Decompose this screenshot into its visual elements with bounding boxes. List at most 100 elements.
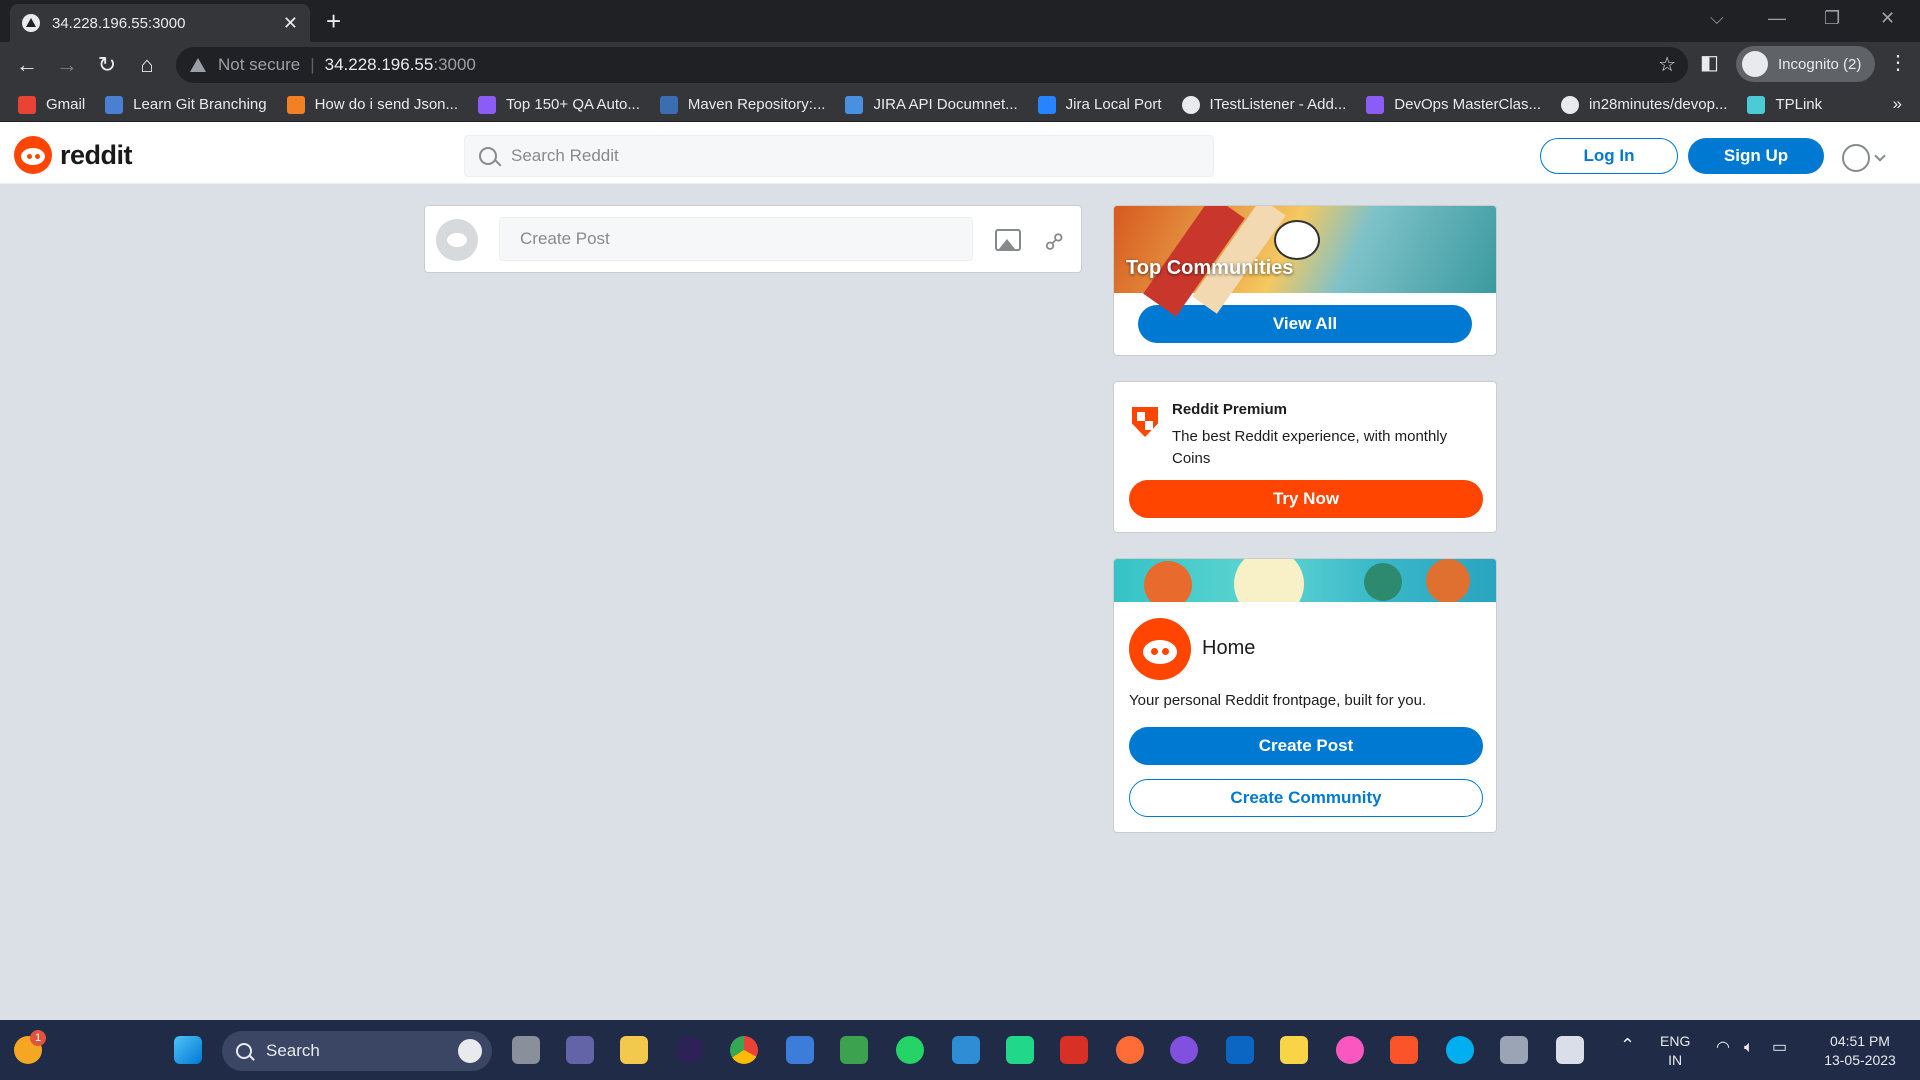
bookmark-qa-automation[interactable]: Top 150+ QA Auto... (478, 95, 640, 114)
bookmark-label: Learn Git Branching (133, 96, 267, 113)
bookmark-tplink[interactable]: TPLink (1747, 95, 1823, 114)
address-bar[interactable]: Not secure | 34.228.196.55 :3000 ☆ (176, 47, 1688, 83)
image-upload-icon[interactable] (995, 229, 1021, 251)
reddit-logo[interactable]: reddit (14, 136, 133, 174)
premium-title: Reddit Premium (1172, 401, 1288, 418)
home-icon[interactable]: ⌂ (134, 52, 160, 78)
incognito-icon (1742, 51, 1768, 77)
minimize-icon[interactable]: — (1768, 8, 1786, 29)
snipping-tool-icon[interactable] (1556, 1036, 1584, 1064)
language-indicator[interactable]: ENG IN (1660, 1032, 1690, 1070)
store-icon[interactable] (1226, 1036, 1254, 1064)
user-menu-dropdown[interactable] (1842, 144, 1886, 172)
bookmark-jira-local[interactable]: Jira Local Port (1037, 95, 1162, 114)
file-explorer-icon[interactable] (620, 1036, 648, 1064)
bookmark-learn-git-branching[interactable]: Learn Git Branching (105, 95, 267, 114)
premium-card: Reddit Premium The best Reddit experienc… (1113, 381, 1497, 533)
whatsapp-icon[interactable] (896, 1036, 924, 1064)
bookmark-label: Maven Repository:... (687, 96, 826, 113)
browser-menu-icon[interactable]: ⋮ (1888, 50, 1908, 75)
login-button[interactable]: Log In (1540, 138, 1678, 174)
bookmark-gmail[interactable]: Gmail (18, 95, 85, 114)
view-all-button[interactable]: View All (1138, 305, 1472, 343)
wifi-icon[interactable]: ◠ (1716, 1038, 1730, 1057)
reload-icon[interactable]: ↻ (94, 52, 120, 78)
create-post-button[interactable]: Create Post (1129, 727, 1483, 765)
postman-icon[interactable] (1116, 1036, 1144, 1064)
language-label: ENG (1660, 1033, 1691, 1049)
brave-icon[interactable] (1390, 1036, 1418, 1064)
pycharm-icon[interactable] (1006, 1036, 1034, 1064)
bookmark-in28minutes[interactable]: in28minutes/devop... (1561, 95, 1727, 114)
tab-search-chevron-icon[interactable]: ⌵ (1710, 8, 1724, 29)
teams-icon[interactable] (566, 1036, 594, 1064)
avatar[interactable] (436, 219, 478, 261)
taskbar-search-label: Search (266, 1041, 320, 1060)
site-favicon-icon (22, 14, 40, 32)
vscode-icon[interactable] (952, 1036, 980, 1064)
back-icon[interactable]: ← (14, 52, 40, 78)
taskbar-search[interactable]: Search (222, 1031, 492, 1071)
bookmark-devops-masterclass[interactable]: DevOps MasterClas... (1366, 95, 1542, 114)
battery-icon[interactable]: ▭ (1772, 1038, 1787, 1057)
window-close-icon[interactable]: ✕ (1880, 8, 1895, 29)
task-view-icon[interactable] (512, 1036, 540, 1064)
reddit-header: reddit Log In Sign Up (0, 122, 1920, 184)
virtualbox-icon[interactable] (1500, 1036, 1528, 1064)
address-separator: | (310, 55, 315, 74)
tab-close-icon[interactable]: ✕ (283, 13, 298, 34)
bookmark-stackoverflow[interactable]: How do i send Json... (286, 95, 458, 114)
jira-icon (1037, 95, 1056, 114)
bookmark-label: Top 150+ QA Auto... (506, 96, 640, 113)
bookmark-label: TPLink (1775, 96, 1823, 113)
search-box (464, 135, 1214, 177)
user-icon (1842, 144, 1870, 172)
sticky-notes-icon[interactable] (1280, 1036, 1308, 1064)
bookmark-jira-api[interactable]: JIRA API Documnet... (845, 95, 1018, 114)
home-card: Home Your personal Reddit frontpage, bui… (1113, 558, 1497, 833)
clock[interactable]: 04:51 PM 13-05-2023 (1812, 1032, 1908, 1070)
new-tab-icon[interactable]: + (326, 6, 341, 37)
snoo-icon (14, 136, 52, 174)
image-editor-icon[interactable] (840, 1036, 868, 1064)
bookmark-itestlistener[interactable]: ITestListener - Add... (1181, 95, 1346, 114)
itunes-icon[interactable] (1336, 1036, 1364, 1064)
incognito-profile-button[interactable]: Incognito (2) (1736, 46, 1876, 82)
browser-tab-bar: 34.228.196.55:3000 ✕ + ⌵ — ❐ ✕ (0, 0, 1920, 42)
create-post-input[interactable] (499, 217, 973, 261)
skype-icon[interactable] (1446, 1036, 1474, 1064)
security-label: Not secure (218, 55, 301, 74)
network-icon[interactable] (786, 1036, 814, 1064)
forward-icon[interactable]: → (54, 52, 80, 78)
bookmark-star-icon[interactable]: ☆ (1658, 52, 1676, 77)
home-title: Home (1202, 637, 1256, 659)
notification-badge: 1 (30, 1030, 46, 1046)
bookmark-maven-repository[interactable]: Maven Repository:... (659, 95, 826, 114)
tray-overflow-icon[interactable]: ⌃ (1620, 1036, 1635, 1055)
search-icon (236, 1043, 252, 1059)
premium-description: The best Reddit experience, with monthly… (1172, 428, 1448, 467)
eclipse-icon[interactable] (676, 1036, 704, 1064)
bookmark-label: DevOps MasterClas... (1394, 96, 1542, 113)
wps-icon[interactable] (1060, 1036, 1088, 1064)
create-community-button[interactable]: Create Community (1129, 779, 1483, 817)
try-now-button[interactable]: Try Now (1129, 480, 1483, 518)
home-banner (1114, 559, 1496, 602)
link-icon[interactable]: ⚯ (1038, 225, 1073, 260)
search-icon (479, 147, 497, 165)
signup-button[interactable]: Sign Up (1688, 138, 1824, 174)
restore-icon[interactable]: ❐ (1824, 8, 1840, 29)
more-bookmarks-icon[interactable]: » (1893, 94, 1902, 114)
browser-tab[interactable]: 34.228.196.55:3000 ✕ (10, 4, 310, 42)
windows-start-icon[interactable] (174, 1036, 202, 1064)
create-post-bar: ⚯ (424, 205, 1082, 273)
search-input[interactable] (511, 146, 1213, 166)
side-panel-icon[interactable]: ◧ (1700, 50, 1719, 75)
chrome-icon[interactable] (730, 1036, 758, 1064)
github-desktop-icon[interactable] (1170, 1036, 1198, 1064)
tplink-icon (1747, 95, 1766, 114)
tab-title: 34.228.196.55:3000 (52, 14, 186, 32)
volume-icon[interactable]: 🔈︎ (1744, 1038, 1754, 1057)
address-port: :3000 (433, 55, 476, 74)
bookmark-label: Jira Local Port (1065, 96, 1162, 113)
